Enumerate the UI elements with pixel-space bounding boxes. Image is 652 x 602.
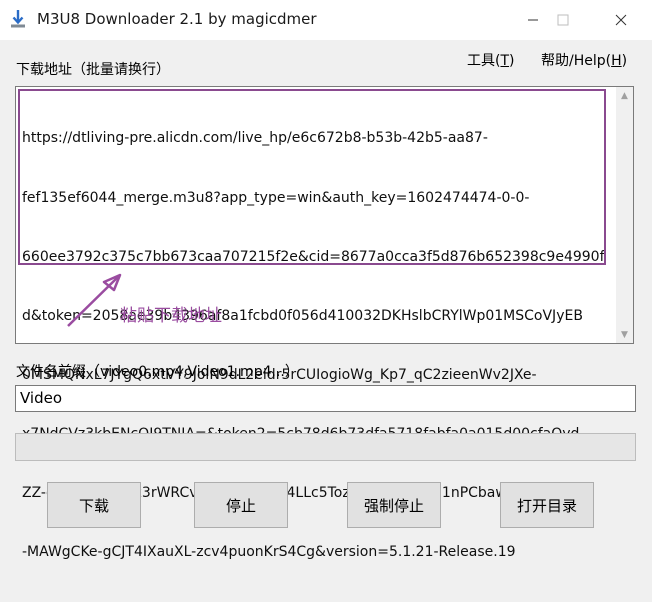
download-button[interactable]: 下载: [47, 482, 141, 528]
annotation-label: 粘贴下载地址: [120, 306, 222, 326]
stop-button[interactable]: 停止: [194, 482, 288, 528]
url-line: 660ee3792c375c7bb673caa707215f2e&cid=867…: [22, 248, 605, 265]
maximize-button[interactable]: [540, 0, 586, 40]
url-scrollbar[interactable]: ▲ ▼: [616, 87, 633, 343]
minimize-icon: [528, 19, 538, 21]
url-label: 下载地址（批量请换行）: [16, 62, 170, 78]
force-stop-button[interactable]: 强制停止: [347, 482, 441, 528]
maximize-icon: [557, 14, 569, 26]
prefix-label: 文件名前缀（video0.mp4,Video1.mp4...）: [16, 364, 299, 380]
url-line: https://dtliving-pre.alicdn.com/live_hp/…: [22, 130, 488, 147]
progress-bar: [15, 433, 636, 461]
close-button[interactable]: [598, 0, 644, 40]
open-directory-button[interactable]: 打开目录: [500, 482, 594, 528]
close-icon: [615, 14, 627, 26]
url-line: -MAWgCKe-gCJT4IXauXL-zcv4puonKrS4Cg&vers…: [22, 544, 516, 561]
title-bar: M3U8 Downloader 2.1 by magicdmer: [0, 0, 652, 40]
scroll-up-icon[interactable]: ▲: [616, 87, 633, 104]
download-app-icon: [11, 10, 25, 28]
annotation-arrow-icon: [67, 273, 122, 327]
scroll-down-icon[interactable]: ▼: [616, 326, 633, 343]
window-title: M3U8 Downloader 2.1 by magicdmer: [37, 10, 317, 28]
menu-tools[interactable]: 工具(T): [467, 50, 515, 70]
menu-help[interactable]: 帮助/Help(H): [541, 50, 627, 70]
url-line: fef135ef6044_merge.m3u8?app_type=win&aut…: [22, 189, 530, 206]
prefix-input[interactable]: Video: [15, 385, 636, 412]
